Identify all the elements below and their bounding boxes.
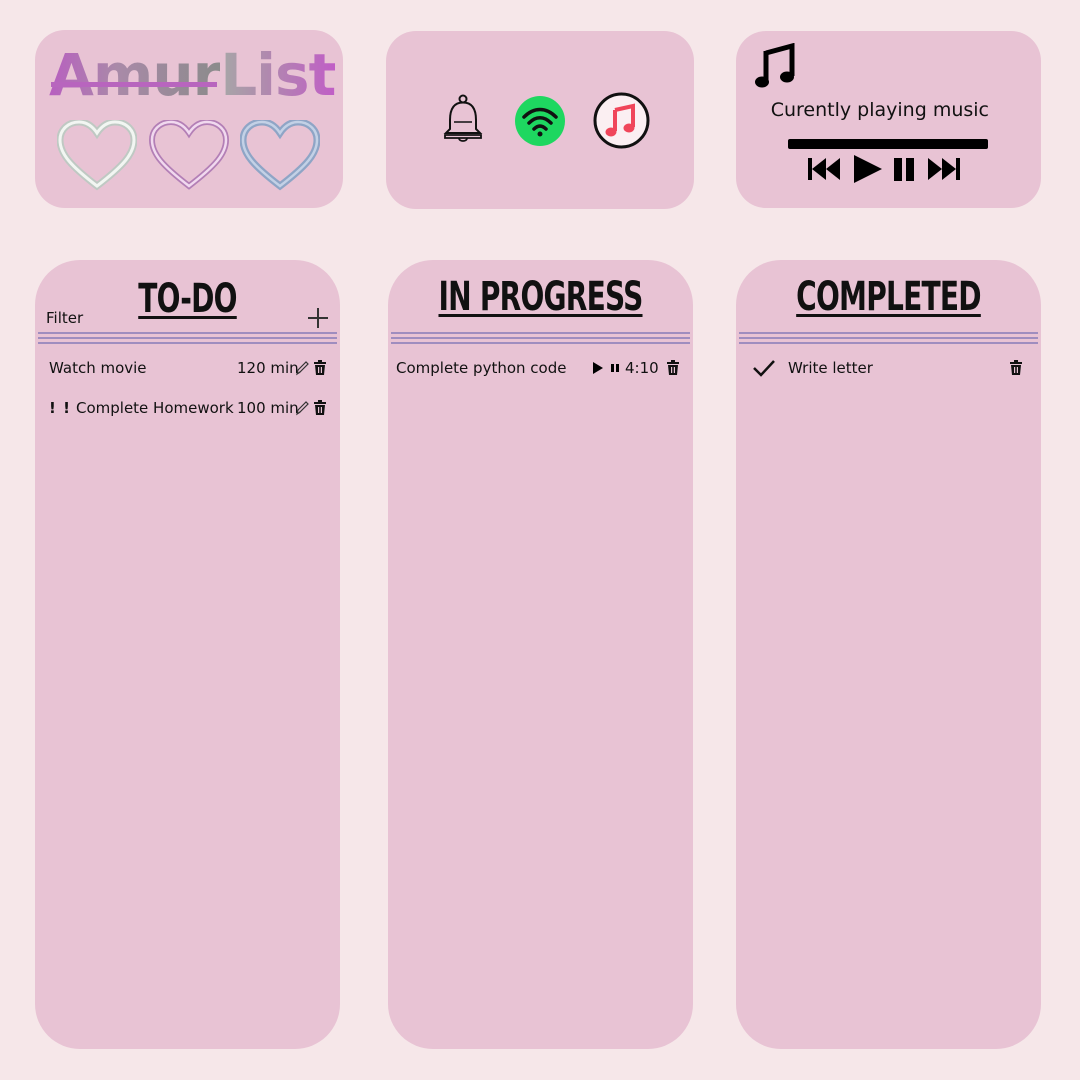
in-progress-column-title: IN PROGRESS [438,274,643,320]
edit-icon[interactable] [295,400,309,416]
task-duration: 100 min [237,399,299,417]
play-icon[interactable] [854,155,882,183]
play-task-icon[interactable] [592,361,604,375]
todo-item[interactable]: Watch movie 120 min [35,356,340,380]
trash-icon[interactable] [1009,360,1023,376]
task-name: Watch movie [49,359,147,377]
music-note-icon [755,43,795,88]
filter-button[interactable]: Filter [46,309,83,327]
column-divider [739,332,1038,346]
logo-list: List [220,41,336,109]
music-player-card: Curently playing music [736,31,1041,208]
task-duration: 120 min [237,359,299,377]
todo-column: TO-DO Filter Watch movie 120 min ! ! Com… [35,260,340,1049]
in-progress-item[interactable]: Complete python code 4:10 [388,356,693,380]
trash-icon[interactable] [313,360,327,376]
pause-task-icon[interactable] [610,362,620,374]
add-task-button[interactable] [308,308,328,328]
trash-icon[interactable] [666,360,680,376]
apple-music-icon[interactable] [593,92,650,149]
edit-icon[interactable] [295,360,309,376]
logo-card: AmurList [35,30,343,208]
todo-item[interactable]: ! ! Complete Homework 100 min [35,396,340,420]
playback-progress-bar[interactable] [788,139,988,149]
priority-marker: ! ! [49,399,71,417]
bell-icon[interactable] [442,93,484,143]
column-divider [391,332,690,346]
previous-icon[interactable] [808,158,840,180]
spotify-icon[interactable] [514,95,566,147]
completed-column-title: COMPLETED [796,274,981,320]
pause-icon[interactable] [894,158,914,181]
checkmark-icon[interactable] [752,358,776,378]
logo-strikethrough [51,82,217,87]
trash-icon[interactable] [313,400,327,416]
in-progress-column: IN PROGRESS Complete python code 4:10 [388,260,693,1049]
logo-amur: Amur [49,41,221,109]
playback-controls [808,155,960,183]
completed-column: COMPLETED Write letter [736,260,1041,1049]
completed-item[interactable]: Write letter [736,356,1041,380]
todo-column-title: TO-DO [138,276,237,322]
task-name: Complete Homework [76,399,234,417]
task-name: Complete python code [396,359,567,377]
heart-pink-icon[interactable] [149,120,229,192]
next-icon[interactable] [928,158,960,180]
task-timer: 4:10 [625,359,659,377]
heart-white-icon[interactable] [57,120,137,192]
column-divider [38,332,337,346]
apps-card [386,31,694,209]
task-name: Write letter [788,359,873,377]
now-playing-status: Curently playing music [770,99,989,121]
app-logo: AmurList [49,46,336,104]
heart-blue-icon[interactable] [240,120,320,192]
